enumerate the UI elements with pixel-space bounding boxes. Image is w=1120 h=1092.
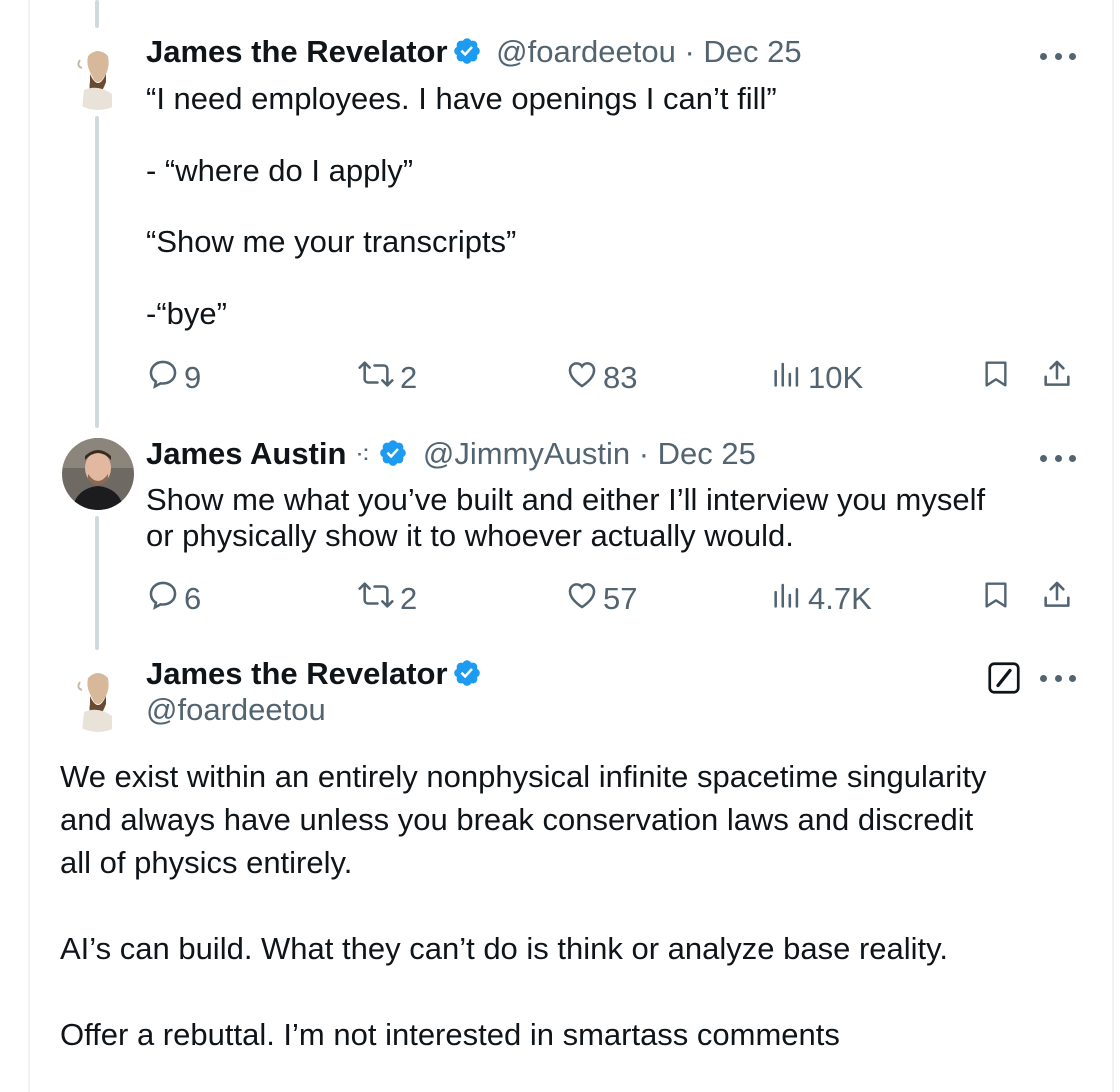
bookmark-icon [980, 578, 1012, 620]
thread-line-2 [95, 516, 99, 650]
repost-icon [356, 578, 396, 620]
more-icon[interactable] [1040, 46, 1076, 66]
avatar[interactable] [62, 660, 134, 732]
views-icon [770, 357, 804, 399]
tweet-header: James Austin ⁖ @JimmyAustin · Dec 25 [146, 436, 756, 476]
like-count: 83 [603, 360, 638, 395]
repost-icon [356, 357, 396, 399]
like-button[interactable]: 57 [565, 578, 637, 620]
bookmark-button[interactable] [980, 578, 1016, 620]
share-button[interactable] [1040, 357, 1078, 399]
timeline-right-border [1112, 0, 1114, 1092]
more-icon[interactable] [1040, 448, 1076, 468]
bookmark-button[interactable] [980, 357, 1016, 399]
tweet-body-line: We exist within an entirely nonphysical … [60, 759, 987, 794]
handle-and-date[interactable]: @foardeetou · Dec 25 [496, 34, 801, 69]
tweet-body-line: AI’s can build. What they can’t do is th… [60, 931, 948, 966]
reply-count: 9 [184, 360, 202, 395]
name-suffix: ⁖ [355, 440, 371, 470]
verified-icon [452, 36, 482, 74]
share-icon [1040, 357, 1074, 399]
like-count: 57 [603, 581, 638, 616]
more-icon[interactable] [1040, 668, 1076, 688]
tweet-body-line: and always have unless you break conserv… [60, 802, 974, 837]
like-button[interactable]: 83 [565, 357, 637, 399]
handle-and-date[interactable]: @JimmyAustin · Dec 25 [423, 436, 756, 471]
reply-icon [146, 578, 180, 620]
tweet-header: James the Revelator @foardeetou · Dec 25 [146, 34, 802, 74]
avatar[interactable] [62, 438, 134, 510]
author-name[interactable]: James Austin [146, 436, 346, 471]
repost-button[interactable]: 2 [356, 578, 417, 620]
reply-button[interactable]: 6 [146, 578, 201, 620]
tweet-header: James the Revelator [146, 656, 482, 696]
avatar[interactable] [62, 38, 134, 110]
thread-line-top [95, 0, 99, 28]
timeline-left-border [28, 0, 30, 1092]
reply-button[interactable]: 9 [146, 357, 201, 399]
views-icon [770, 578, 804, 620]
reply-count: 6 [184, 581, 202, 616]
verified-icon [452, 658, 482, 696]
tweet-text-line: - “where do I apply” [146, 153, 414, 188]
views-count: 10K [808, 360, 864, 395]
tweet-text-line: Show me what you’ve built and either I’l… [146, 482, 986, 517]
tweet-body-line: all of physics entirely. [60, 845, 353, 880]
bookmark-icon [980, 357, 1012, 399]
repost-count: 2 [400, 360, 418, 395]
tweet-text-line: “Show me your transcripts” [146, 224, 517, 259]
share-button[interactable] [1040, 578, 1078, 620]
tweet-text-line: “I need employees. I have openings I can… [146, 81, 777, 116]
heart-icon [565, 578, 599, 620]
repost-button[interactable]: 2 [356, 357, 417, 399]
tweet-text-line: -“bye” [146, 296, 227, 331]
views-button[interactable]: 10K [770, 357, 863, 399]
thread-line-1 [95, 116, 99, 428]
author-name[interactable]: James the Revelator [146, 656, 448, 691]
repost-count: 2 [400, 581, 418, 616]
author-handle[interactable]: @foardeetou [146, 692, 326, 728]
views-button[interactable]: 4.7K [770, 578, 872, 620]
views-count: 4.7K [808, 581, 872, 616]
tweet-body-line: Offer a rebuttal. I’m not interested in … [60, 1017, 840, 1052]
share-icon [1040, 578, 1074, 620]
reply-icon [146, 357, 180, 399]
heart-icon [565, 357, 599, 399]
edit-icon[interactable] [986, 660, 1022, 701]
verified-icon [378, 438, 408, 476]
tweet-text-line: or physically show it to whoever actuall… [146, 518, 794, 553]
author-name[interactable]: James the Revelator [146, 34, 448, 69]
